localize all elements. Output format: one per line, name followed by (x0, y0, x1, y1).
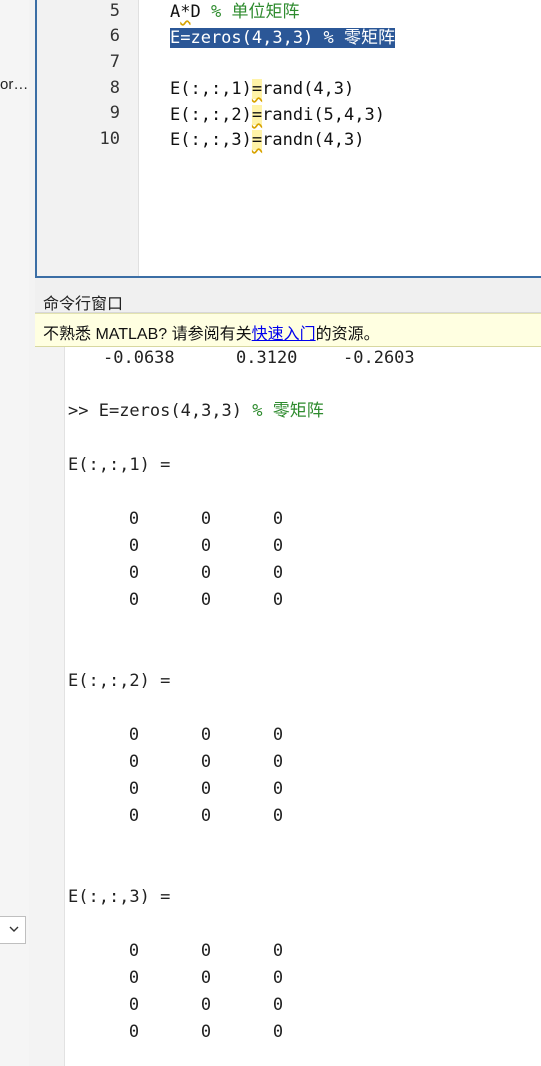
code-token: rand(4,3) (262, 79, 355, 99)
matrix-cell: 0 (272, 725, 284, 745)
matrix-cell: 0 (200, 779, 212, 799)
matrix-cell: 0 (272, 995, 284, 1015)
code-token: E=zeros(4,3,3) (170, 28, 314, 48)
code-warning-token: = (251, 105, 263, 125)
matrix-cell: 0 (200, 509, 212, 529)
matrix-cell: 0 (200, 968, 212, 988)
matrix-cell: 0 (128, 968, 140, 988)
code-editor[interactable]: 5 6 7 8 9 10 A*D % 单位矩阵 E=zeros(4,3,3) %… (35, 0, 541, 278)
line-number-gutter: 5 6 7 8 9 10 (37, 0, 139, 276)
command-window-gutter (35, 347, 65, 1066)
banner-suffix: 的资源。 (315, 326, 380, 343)
quick-start-link[interactable]: 快速入门 (252, 326, 316, 343)
code-token: randn(4,3) (262, 130, 365, 150)
slice-label: E(:,:,3) = (68, 887, 171, 907)
matrix-cell: 0 (200, 941, 212, 961)
matrix-cell: 0 (272, 806, 284, 826)
matrix-cell: 0 (128, 752, 140, 772)
left-panel-dropdown[interactable] (0, 916, 26, 944)
matrix-cell: 0 (272, 941, 284, 961)
code-token: E(:,:,1) (170, 79, 252, 99)
code-line-10[interactable]: E(:,:,3)=randn(4,3) (170, 128, 365, 152)
matrix-cell: 0 (128, 509, 140, 529)
command-comment: % 零矩阵 (252, 401, 324, 421)
line-number: 8 (109, 78, 120, 98)
code-token: randi(5,4,3) (262, 105, 385, 125)
output-value: 0.3120 (236, 348, 298, 368)
code-line-5[interactable]: A*D % 单位矩阵 (170, 0, 299, 24)
matrix-cell: 0 (272, 590, 284, 610)
matrix-cell: 0 (200, 806, 212, 826)
matrix-cell: 0 (128, 779, 140, 799)
line-number: 9 (109, 103, 120, 123)
line-number: 10 (99, 129, 120, 149)
matrix-cell: 0 (128, 725, 140, 745)
matrix-cell: 0 (200, 1022, 212, 1042)
command-prompt: >> (68, 401, 99, 421)
matrix-cell: 0 (128, 995, 140, 1015)
code-line-8[interactable]: E(:,:,1)=rand(4,3) (170, 77, 354, 101)
left-panel: or… (0, 0, 30, 1066)
slice-label: E(:,:,2) = (68, 671, 171, 691)
output-value: -0.2603 (343, 348, 415, 368)
code-line-9[interactable]: E(:,:,2)=randi(5,4,3) (170, 103, 385, 127)
slice-label: E(:,:,1) = (68, 455, 171, 475)
matrix-cell: 0 (272, 752, 284, 772)
chevron-down-icon (9, 926, 19, 932)
code-token: D (190, 2, 201, 22)
matrix-cell: 0 (200, 590, 212, 610)
command-window-titlebar[interactable]: 命令行窗口 (35, 288, 541, 313)
selected-code: E=zeros(4,3,3) % 零矩阵 (170, 28, 396, 48)
code-comment: % 单位矩阵 (211, 2, 300, 22)
matrix-cell: 0 (200, 536, 212, 556)
line-number: 7 (109, 52, 120, 72)
code-token: E(:,:,3) (170, 130, 252, 150)
command-window-title: 命令行窗口 (43, 296, 124, 313)
output-value: -0.0638 (103, 348, 175, 368)
matrix-cell: 0 (272, 779, 284, 799)
matrix-cell: 0 (272, 563, 284, 583)
matrix-cell: 0 (200, 995, 212, 1015)
matrix-cell: 0 (272, 968, 284, 988)
line-number: 6 (109, 26, 120, 46)
banner-text: 不熟悉 MATLAB? 请参阅有关快速入门的资源。 (43, 320, 380, 344)
matrix-cell: 0 (128, 1022, 140, 1042)
matrix-cell: 0 (128, 806, 140, 826)
command-window-output[interactable]: -0.0638 0.3120 -0.2603 >> E=zeros(4,3,3)… (35, 347, 541, 1066)
code-comment: % 零矩阵 (313, 28, 396, 48)
code-line-6-selected[interactable]: E=zeros(4,3,3) % 零矩阵 (170, 26, 396, 50)
command-text: E=zeros(4,3,3) (98, 401, 253, 421)
matrix-cell: 0 (200, 725, 212, 745)
code-warning-token: * (180, 2, 191, 22)
matrix-cell: 0 (272, 509, 284, 529)
left-panel-truncated-label[interactable]: or… (0, 76, 28, 93)
matrix-cell: 0 (200, 752, 212, 772)
getting-started-banner: 不熟悉 MATLAB? 请参阅有关快速入门的资源。 (35, 313, 541, 347)
code-warning-token: = (251, 130, 263, 150)
matrix-cell: 0 (272, 1022, 284, 1042)
code-warning-token: = (251, 79, 263, 99)
code-token: A (170, 2, 181, 22)
matrix-cell: 0 (128, 941, 140, 961)
banner-prefix: 不熟悉 MATLAB? 请参阅有关 (43, 326, 252, 343)
matrix-cell: 0 (200, 563, 212, 583)
matrix-cell: 0 (128, 590, 140, 610)
line-number: 5 (109, 1, 120, 21)
command-line: >> E=zeros(4,3,3) % 零矩阵 (68, 400, 324, 422)
matrix-cell: 0 (128, 536, 140, 556)
matrix-cell: 0 (272, 536, 284, 556)
code-token: E(:,:,2) (170, 105, 252, 125)
matrix-cell: 0 (128, 563, 140, 583)
